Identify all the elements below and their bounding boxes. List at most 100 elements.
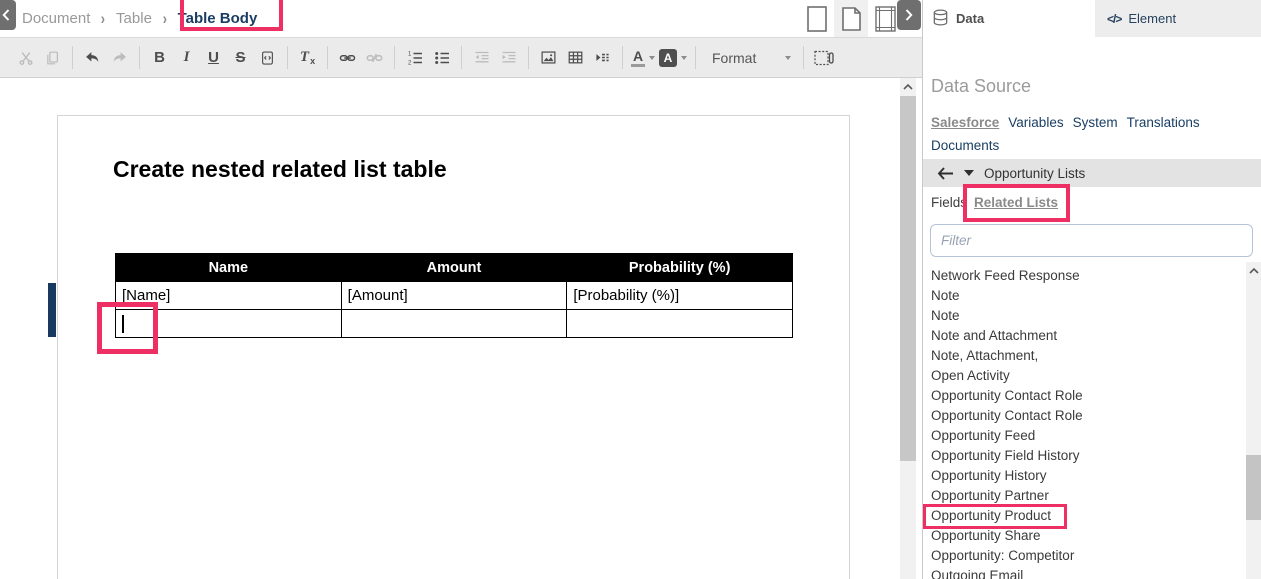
source-link-translations[interactable]: Translations	[1127, 112, 1200, 134]
indent-icon[interactable]	[495, 44, 522, 72]
toolbar-divider	[394, 46, 395, 69]
editor-canvas[interactable]: Create nested related list table NameAmo…	[0, 78, 922, 579]
chevron-left-icon[interactable]	[0, 0, 16, 30]
text-caret	[122, 315, 124, 333]
unlink-icon[interactable]	[361, 44, 388, 72]
toolbar-divider	[528, 46, 529, 69]
format-dropdown[interactable]: Format	[702, 44, 797, 72]
scrollbar-thumb[interactable]	[900, 96, 916, 461]
document-table[interactable]: NameAmountProbability (%)[Name][Amount][…	[115, 253, 793, 338]
chevron-down-icon	[785, 56, 791, 60]
undo-icon[interactable]	[79, 44, 106, 72]
list-item[interactable]: Opportunity Feed	[923, 426, 1246, 446]
bold-icon[interactable]: B	[146, 44, 173, 72]
image-icon[interactable]	[535, 44, 562, 72]
blank-page-icon[interactable]	[800, 0, 834, 37]
back-arrow-icon[interactable]	[937, 167, 954, 180]
code-doc-icon[interactable]	[254, 44, 281, 72]
table-cell[interactable]: [Name]	[116, 282, 342, 310]
svg-text:2: 2	[408, 60, 412, 65]
panel-scrollbar[interactable]	[1246, 262, 1261, 579]
table-header-cell[interactable]: Amount	[341, 254, 567, 282]
table-icon[interactable]	[562, 44, 589, 72]
list-item[interactable]: Network Feed Response	[923, 266, 1246, 286]
table-cell[interactable]	[567, 310, 793, 338]
table-cell[interactable]	[116, 310, 342, 338]
toolbar-divider	[327, 46, 328, 69]
tab-element-label: Element	[1128, 11, 1176, 26]
copy-icon[interactable]	[39, 44, 66, 72]
redo-icon[interactable]	[106, 44, 133, 72]
document-page[interactable]: Create nested related list table NameAmo…	[57, 115, 850, 579]
underline-icon[interactable]: U	[200, 44, 227, 72]
list-item[interactable]: Opportunity Field History	[923, 446, 1246, 466]
strikethrough-icon[interactable]: S	[227, 44, 254, 72]
scroll-up-icon[interactable]	[900, 78, 916, 96]
list-item[interactable]: Opportunity Partner	[923, 486, 1246, 506]
list-item[interactable]: Outgoing Email	[923, 566, 1246, 579]
related-lists-link[interactable]: Related Lists	[974, 195, 1058, 210]
document-heading: Create nested related list table	[113, 156, 447, 183]
dropdown-caret-icon[interactable]	[964, 170, 974, 176]
breadcrumb-bar: Document›Table›Table Body	[0, 0, 922, 37]
numbered-list-icon[interactable]: 12	[401, 44, 428, 72]
list-item[interactable]: Opportunity Contact Role	[923, 386, 1246, 406]
show-blocks-icon[interactable]	[810, 44, 837, 72]
source-link-variables[interactable]: Variables	[1008, 112, 1063, 134]
toolbar-divider	[622, 46, 623, 69]
list-item[interactable]: Note	[923, 286, 1246, 306]
text-color-icon[interactable]: A	[629, 44, 657, 72]
toolbar-divider	[287, 46, 288, 69]
outdent-icon[interactable]	[468, 44, 495, 72]
table-cell[interactable]: [Amount]	[341, 282, 567, 310]
scroll-up-icon[interactable]	[1246, 262, 1261, 280]
breadcrumb-item-table-body[interactable]: Table Body	[178, 10, 258, 27]
list-item[interactable]: Opportunity Share	[923, 526, 1246, 546]
row-selection-indicator	[48, 283, 56, 337]
view-links: Fields Related Lists	[931, 195, 1058, 210]
toolbar-divider	[803, 46, 804, 69]
table-row[interactable]	[116, 310, 793, 338]
list-item[interactable]: Opportunity Product	[923, 506, 1246, 526]
template-editor-app: Document›Table›Table Body BIUSTx12AAForm…	[0, 0, 1261, 579]
list-item[interactable]: Open Activity	[923, 366, 1246, 386]
filter-input[interactable]	[930, 224, 1253, 257]
breadcrumb-item-document[interactable]: Document	[22, 10, 90, 27]
bg-color-icon[interactable]: A	[657, 44, 689, 72]
insert-block-icon[interactable]	[589, 44, 616, 72]
fields-link[interactable]: Fields	[931, 195, 967, 210]
breadcrumb-separator-icon: ›	[163, 9, 167, 29]
table-header-cell[interactable]: Name	[116, 254, 342, 282]
source-link-system[interactable]: System	[1073, 112, 1118, 134]
list-item[interactable]: Note	[923, 306, 1246, 326]
context-bar: Opportunity Lists	[923, 159, 1261, 187]
list-item[interactable]: Opportunity History	[923, 466, 1246, 486]
code-icon: </>	[1107, 12, 1121, 26]
data-source-links: Salesforce Variables System Translations Doc…	[931, 112, 1221, 157]
bulleted-list-icon[interactable]	[428, 44, 455, 72]
source-link-documents[interactable]: Documents	[931, 135, 999, 157]
source-link-salesforce[interactable]: Salesforce	[931, 112, 999, 134]
breadcrumb: Document›Table›Table Body	[22, 0, 257, 37]
tab-data[interactable]: Data	[932, 0, 984, 37]
tab-element[interactable]: </> Element	[1095, 0, 1261, 37]
list-item[interactable]: Note, Attachment,	[923, 346, 1246, 366]
canvas-scrollbar[interactable]	[900, 78, 916, 579]
table-row[interactable]: [Name][Amount][Probability (%)]	[116, 282, 793, 310]
list-item[interactable]: Opportunity: Competitor	[923, 546, 1246, 566]
table-cell[interactable]: [Probability (%)]	[567, 282, 793, 310]
breadcrumb-item-table[interactable]: Table	[116, 10, 152, 27]
list-item[interactable]: Opportunity Contact Role	[923, 406, 1246, 426]
remove-format-icon[interactable]: Tx	[294, 44, 321, 72]
cut-icon[interactable]	[12, 44, 39, 72]
page-view-buttons	[800, 0, 902, 37]
chevron-right-icon[interactable]	[897, 0, 921, 30]
italic-icon[interactable]: I	[173, 44, 200, 72]
dogear-page-icon[interactable]	[834, 0, 868, 37]
list-item[interactable]: Note and Attachment	[923, 326, 1246, 346]
svg-text:1: 1	[408, 51, 412, 57]
link-icon[interactable]	[334, 44, 361, 72]
table-header-cell[interactable]: Probability (%)	[567, 254, 793, 282]
scrollbar-thumb[interactable]	[1246, 455, 1261, 520]
table-cell[interactable]	[341, 310, 567, 338]
